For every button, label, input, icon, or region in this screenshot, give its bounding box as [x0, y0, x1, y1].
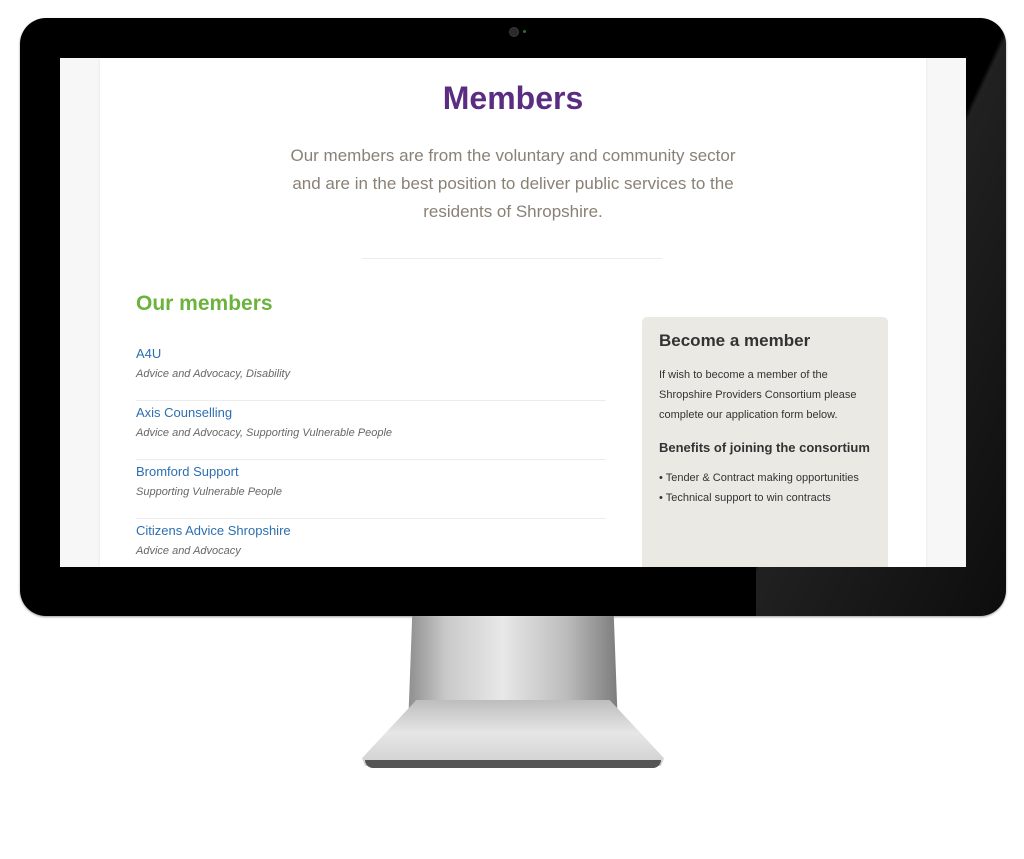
member-tags: Advice and Advocacy [136, 545, 241, 557]
intro-text: Our members are from the voluntary and c… [290, 146, 736, 221]
member-list: A4U Advice and Advocacy, Disability Axis… [136, 342, 606, 567]
benefits-title: Benefits of joining the consortium [659, 440, 870, 455]
become-member-panel: Become a member If wish to become a memb… [642, 317, 888, 567]
list-item: Bromford Support Supporting Vulnerable P… [136, 460, 606, 519]
section-divider [362, 258, 662, 259]
members-heading: Our members [136, 292, 273, 315]
benefits-list: • Tender & Contract making opportunities… [659, 468, 871, 508]
benefit-item: • Tender & Contract making opportunities [659, 472, 859, 484]
member-link-axis-counselling[interactable]: Axis Counselling [136, 401, 606, 422]
monitor-frame: Members Our members are from the volunta… [20, 18, 1006, 616]
monitor-stand-edge [365, 760, 661, 768]
page-title: Members [442, 80, 584, 116]
monitor-stand-base [362, 700, 664, 766]
sidebar-text: If wish to become a member of the Shrops… [659, 369, 857, 421]
member-link-citizens-advice[interactable]: Citizens Advice Shropshire [136, 519, 606, 540]
list-item: Axis Counselling Advice and Advocacy, Su… [136, 401, 606, 460]
member-tags: Advice and Advocacy, Disability [136, 368, 291, 380]
member-link-a4u[interactable]: A4U [136, 342, 606, 363]
member-link-bromford-support[interactable]: Bromford Support [136, 460, 606, 481]
web-page: Members Our members are from the volunta… [100, 58, 926, 567]
camera-icon [509, 27, 519, 37]
member-tags: Supporting Vulnerable People [136, 486, 282, 498]
benefit-item: • Technical support to win contracts [659, 492, 831, 504]
sidebar-title: Become a member [659, 331, 811, 350]
list-item: Citizens Advice Shropshire Advice and Ad… [136, 519, 606, 567]
camera-indicator-light [523, 30, 526, 33]
list-item: A4U Advice and Advocacy, Disability [136, 342, 606, 401]
monitor-screen: Members Our members are from the volunta… [60, 58, 966, 567]
member-tags: Advice and Advocacy, Supporting Vulnerab… [136, 427, 393, 439]
